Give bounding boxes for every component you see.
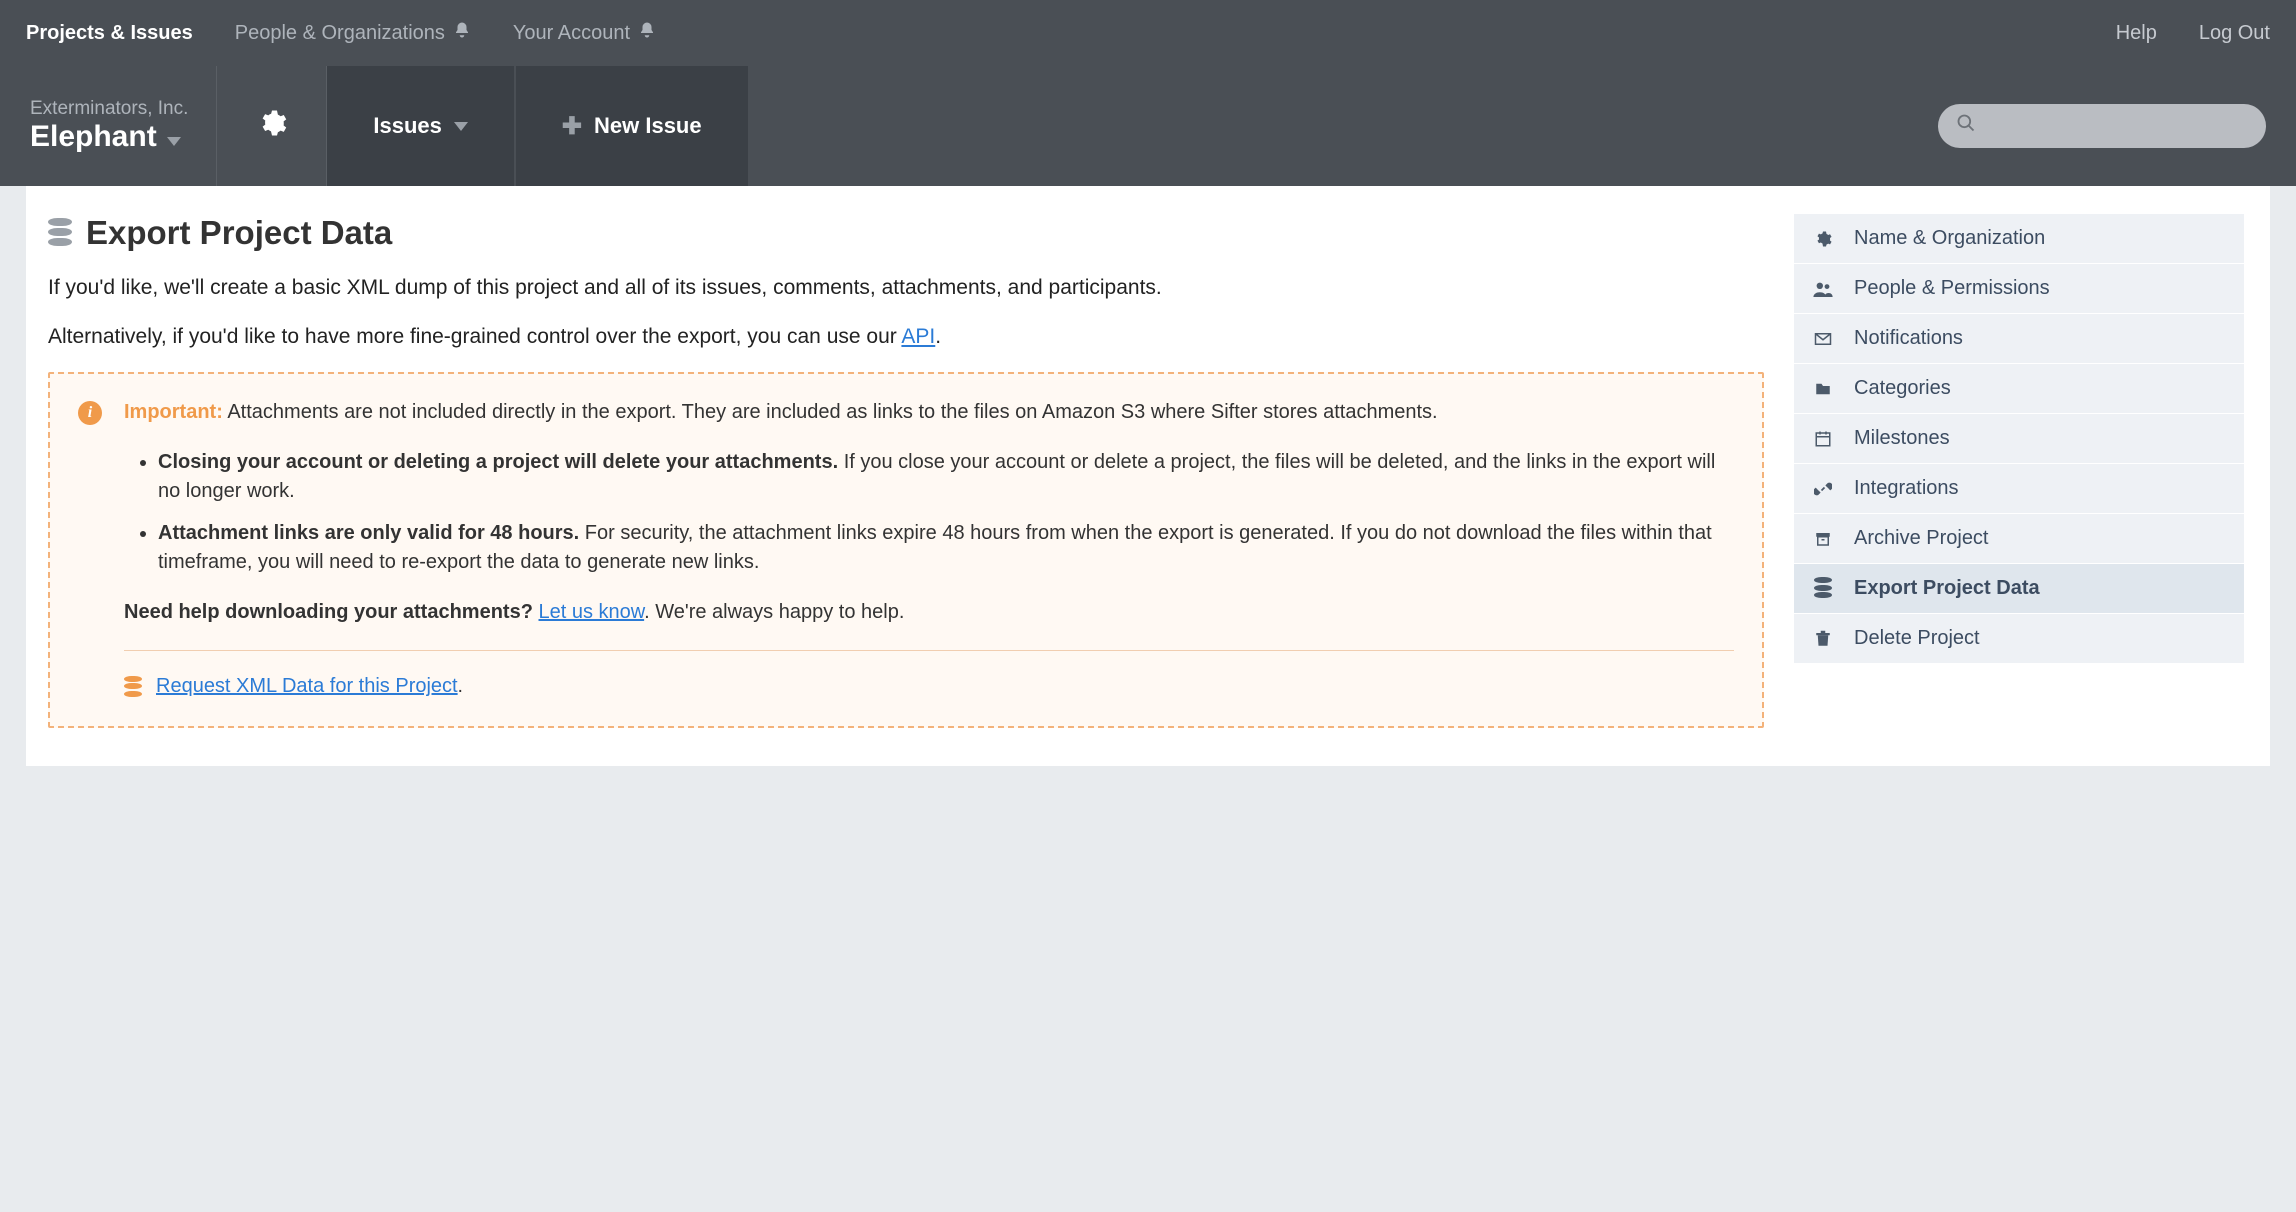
bullet1-bold: Closing your account or deleting a proje… [158, 451, 838, 473]
people-icon [1812, 281, 1834, 297]
chevron-down-icon [454, 122, 468, 131]
sidebar-item-label: Archive Project [1854, 527, 1989, 550]
sidebar-item-label: Notifications [1854, 327, 1963, 350]
search-input-wrapper[interactable] [1938, 104, 2266, 148]
topbar: Projects & Issues People & Organizations… [0, 0, 2296, 66]
nav-logout-label: Log Out [2199, 22, 2270, 45]
settings-sidebar: Name & Organization People & Permissions… [1794, 214, 2270, 728]
intro-paragraph: If you'd like, we'll create a basic XML … [48, 274, 1764, 303]
sidebar-item-label: Export Project Data [1854, 577, 2040, 600]
nav-projects-issues[interactable]: Projects & Issues [26, 22, 193, 45]
folder-icon [1812, 380, 1834, 398]
sidebar-item-label: Milestones [1854, 427, 1950, 450]
sidebar-item-label: Integrations [1854, 477, 1959, 500]
gear-icon [1812, 230, 1834, 248]
request-xml-link[interactable]: Request XML Data for this Project [156, 675, 458, 697]
database-icon [124, 676, 142, 699]
warning-intro: Important: Attachments are not included … [124, 398, 1734, 426]
bell-icon [453, 21, 471, 45]
sidebar-item-milestones[interactable]: Milestones [1794, 414, 2244, 464]
chevron-down-icon [167, 137, 181, 146]
warning-intro-text: Attachments are not included directly in… [223, 401, 1438, 423]
nav-people-orgs[interactable]: People & Organizations [235, 21, 471, 45]
sidebar-item-name-org[interactable]: Name & Organization [1794, 214, 2244, 264]
nav-help[interactable]: Help [2116, 22, 2157, 45]
project-name: Elephant [30, 120, 157, 154]
project-switcher[interactable]: Exterminators, Inc. Elephant [0, 66, 217, 186]
mail-icon [1812, 330, 1834, 348]
issues-dropdown[interactable]: Issues [327, 66, 514, 186]
let-us-know-link[interactable]: Let us know [539, 601, 645, 623]
new-issue-label: New Issue [594, 113, 702, 139]
sidebar-item-export[interactable]: Export Project Data [1794, 564, 2244, 614]
need-help-bold: Need help downloading your attachments? [124, 601, 533, 623]
bullet2-bold: Attachment links are only valid for 48 h… [158, 522, 579, 544]
sidebar-item-label: Categories [1854, 377, 1951, 400]
alt-suffix: . [935, 325, 941, 348]
sidebar-item-archive[interactable]: Archive Project [1794, 514, 2244, 564]
request-suffix: . [458, 676, 463, 697]
warning-bullet-1: Closing your account or deleting a proje… [158, 448, 1734, 505]
need-help-rest: . We're always happy to help. [644, 601, 904, 623]
api-link[interactable]: API [901, 325, 935, 348]
nav-people-label: People & Organizations [235, 22, 445, 45]
sidebar-item-categories[interactable]: Categories [1794, 364, 2244, 414]
nav-projects-label: Projects & Issues [26, 22, 193, 45]
alt-prefix: Alternatively, if you'd like to have mor… [48, 325, 901, 348]
important-label: Important: [124, 401, 223, 423]
bell-icon [638, 21, 656, 45]
calendar-icon [1812, 430, 1834, 448]
project-settings-button[interactable] [217, 66, 327, 186]
need-help-line: Need help downloading your attachments? … [124, 598, 1734, 626]
search-input[interactable] [1986, 116, 2248, 137]
sidebar-item-label: Name & Organization [1854, 227, 2045, 250]
search-icon [1956, 113, 1976, 139]
archive-icon [1812, 530, 1834, 548]
link-icon [1812, 480, 1834, 498]
main-content: Export Project Data If you'd like, we'll… [26, 214, 1794, 728]
nav-logout[interactable]: Log Out [2199, 22, 2270, 45]
warning-panel: i Important: Attachments are not include… [48, 372, 1764, 728]
project-toolbar: Exterminators, Inc. Elephant Issues ✚ Ne… [0, 66, 2296, 186]
sidebar-item-label: Delete Project [1854, 627, 1980, 650]
org-name: Exterminators, Inc. [30, 98, 188, 120]
trash-icon [1812, 630, 1834, 648]
database-icon [1812, 577, 1834, 600]
page-title: Export Project Data [86, 214, 392, 252]
nav-help-label: Help [2116, 22, 2157, 45]
sidebar-item-integrations[interactable]: Integrations [1794, 464, 2244, 514]
info-icon: i [78, 401, 102, 425]
nav-account-label: Your Account [513, 22, 630, 45]
new-issue-button[interactable]: ✚ New Issue [516, 66, 748, 186]
issues-label: Issues [373, 113, 442, 139]
plus-icon: ✚ [562, 112, 582, 141]
page-card: Export Project Data If you'd like, we'll… [26, 186, 2270, 766]
sidebar-item-label: People & Permissions [1854, 277, 2050, 300]
settings-menu: Name & Organization People & Permissions… [1794, 214, 2244, 664]
warning-bullet-2: Attachment links are only valid for 48 h… [158, 519, 1734, 576]
gear-icon [257, 108, 287, 144]
sidebar-item-delete[interactable]: Delete Project [1794, 614, 2244, 664]
sidebar-item-people[interactable]: People & Permissions [1794, 264, 2244, 314]
sidebar-item-notifications[interactable]: Notifications [1794, 314, 2244, 364]
database-icon [48, 218, 72, 248]
request-row: Request XML Data for this Project. [78, 675, 1734, 698]
warning-divider [124, 650, 1734, 651]
alt-paragraph: Alternatively, if you'd like to have mor… [48, 323, 1764, 352]
nav-your-account[interactable]: Your Account [513, 21, 656, 45]
